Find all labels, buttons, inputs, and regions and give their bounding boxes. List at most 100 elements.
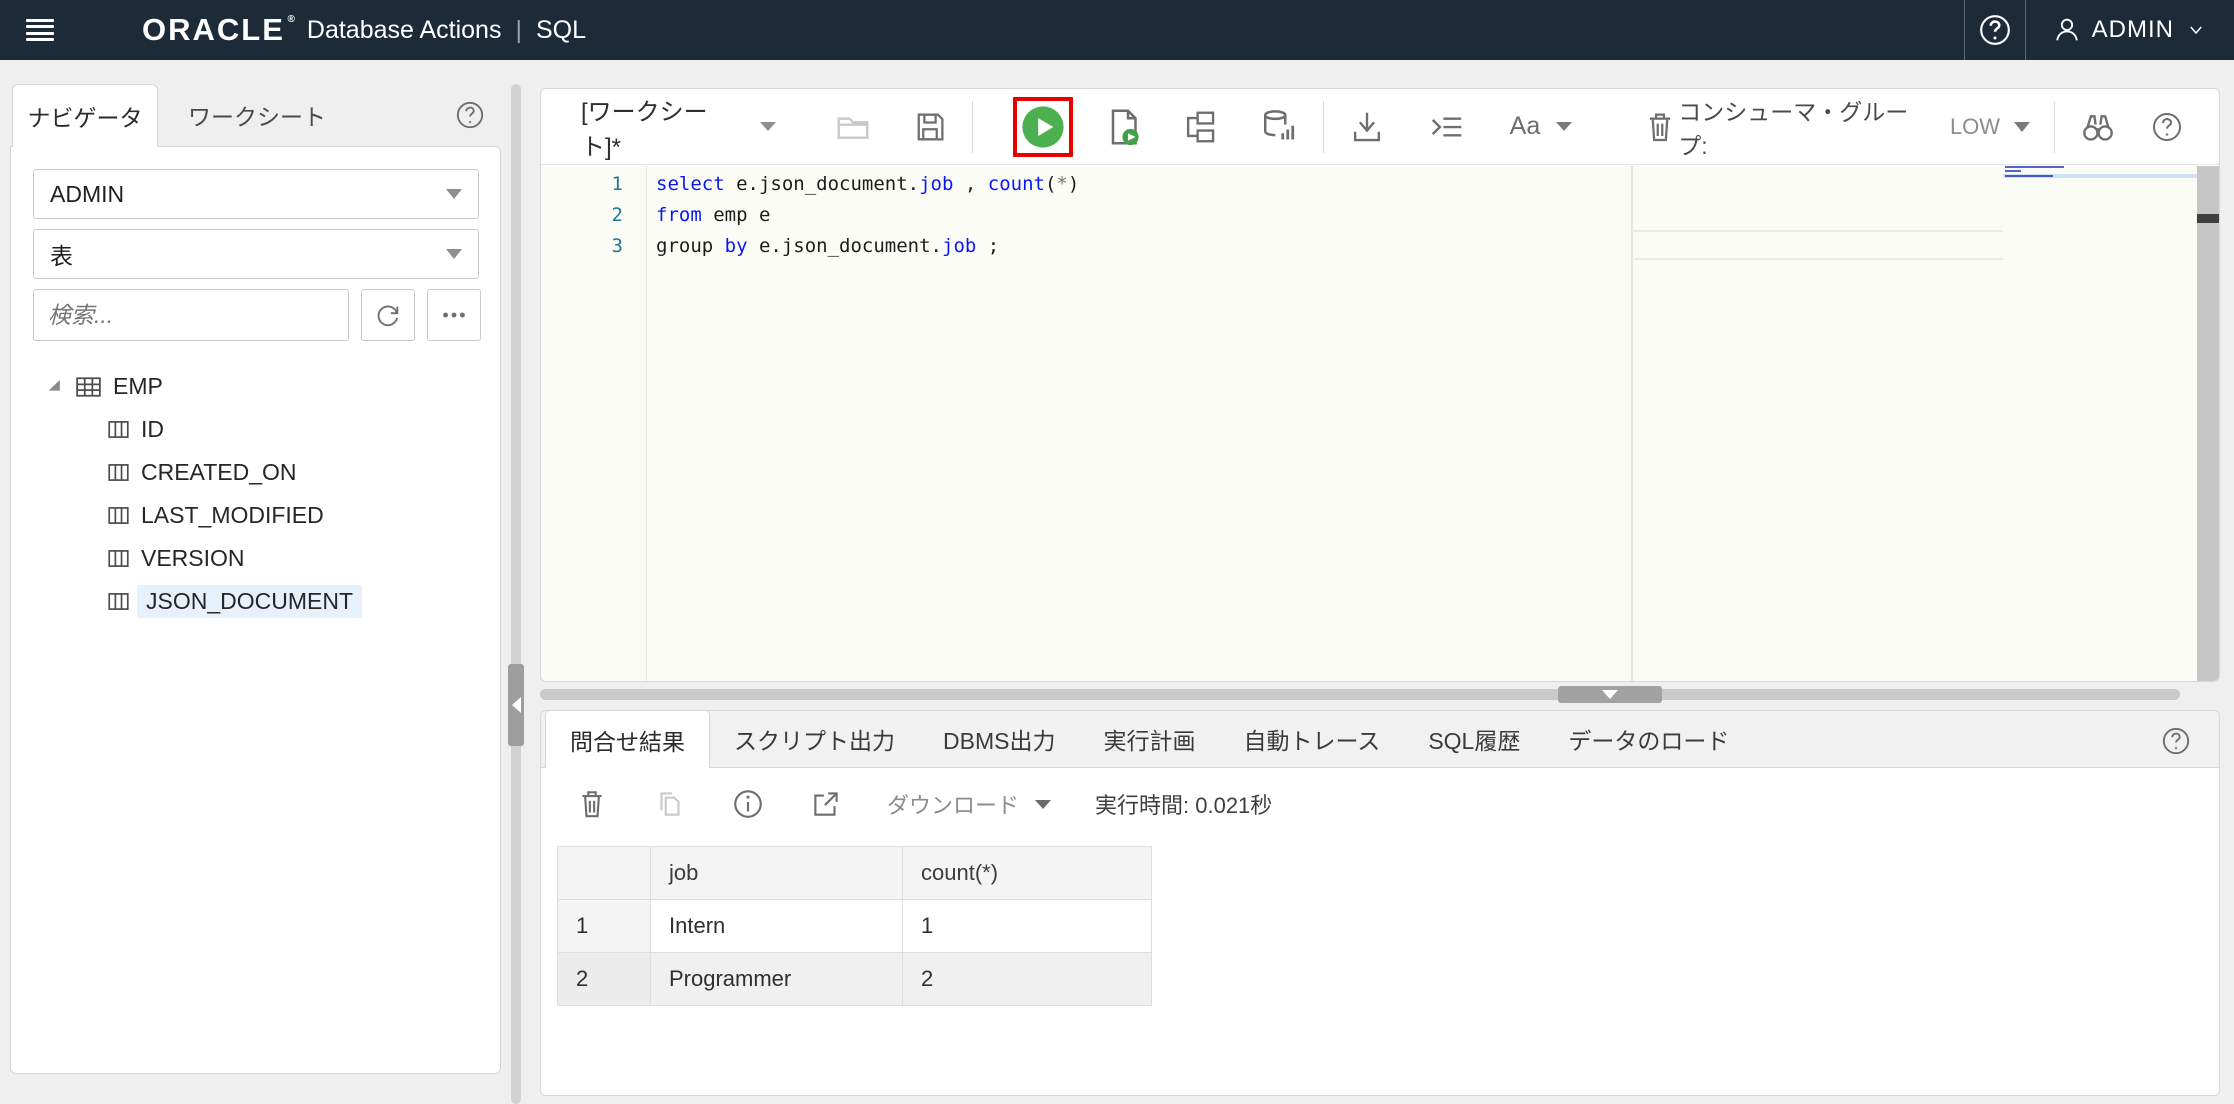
tree-item-column[interactable]: ID	[33, 408, 500, 451]
results-tab[interactable]: 実行計画	[1079, 710, 1219, 767]
code-line[interactable]: 1select e.json_document.job , count(*)	[541, 168, 2219, 199]
column-icon	[105, 416, 132, 443]
results-tab-label: スクリプト出力	[734, 722, 895, 756]
tab-navigator[interactable]: ナビゲータ	[12, 84, 158, 147]
results-column-header[interactable]: count(*)	[903, 847, 1152, 900]
open-file-button[interactable]	[834, 108, 872, 146]
tree-item-column[interactable]: LAST_MODIFIED	[33, 494, 500, 537]
horizontal-splitter[interactable]	[540, 689, 2180, 700]
save-button[interactable]	[912, 109, 948, 145]
editor-minimap[interactable]	[2003, 166, 2197, 681]
search-input[interactable]	[33, 289, 349, 341]
collapse-left-icon	[512, 697, 521, 713]
results-collapse-handle[interactable]	[1558, 686, 1662, 703]
row-number-cell[interactable]: 1	[558, 900, 651, 953]
download-results-button[interactable]: ダウンロード	[887, 788, 1051, 820]
object-type-select[interactable]: 表	[33, 229, 479, 279]
code-line[interactable]: 3 group by e.json_document.job ;	[541, 230, 2219, 261]
open-results-new-window-button[interactable]	[809, 787, 843, 821]
font-size-button[interactable]: Aa	[1510, 112, 1573, 141]
run-script-button[interactable]	[1103, 107, 1143, 147]
trash-icon	[1642, 109, 1678, 145]
result-cell[interactable]: Intern	[651, 900, 903, 953]
select-arrow-icon	[446, 249, 462, 259]
format-button[interactable]	[1428, 108, 1466, 146]
download-icon	[1348, 108, 1386, 146]
result-cell[interactable]: 1	[903, 900, 1152, 953]
results-tab[interactable]: データのロード	[1544, 710, 1753, 767]
select-arrow-icon	[1556, 122, 1572, 131]
download-editor-button[interactable]	[1348, 108, 1386, 146]
results-tab[interactable]: スクリプト出力	[710, 710, 919, 767]
tree-item-table[interactable]: EMP	[33, 365, 500, 408]
header-help-button[interactable]	[1965, 0, 2025, 60]
minimap-line	[2005, 170, 2021, 172]
result-cell[interactable]: 2	[903, 953, 1152, 1006]
code-text: group by e.json_document.job ;	[656, 235, 999, 257]
vertical-splitter[interactable]	[511, 84, 521, 1104]
code-token: ,	[953, 173, 987, 195]
expand-toggle-icon[interactable]	[45, 377, 64, 396]
results-tab[interactable]: 自動トレース	[1219, 710, 1404, 767]
code-token: job	[919, 173, 953, 195]
find-button[interactable]	[2079, 108, 2117, 146]
tree-column-name: CREATED_ON	[141, 459, 297, 486]
results-tab[interactable]: 問合せ結果	[545, 710, 710, 768]
toolbar-separator	[1323, 101, 1324, 153]
results-column-header[interactable]: job	[651, 847, 903, 900]
code-token: select	[656, 173, 725, 195]
code-token: e.json_document.	[725, 173, 919, 195]
results-tab-label: SQL履歴	[1428, 722, 1520, 756]
tree-item-column[interactable]: CREATED_ON	[33, 451, 500, 494]
results-help-button[interactable]	[2161, 726, 2191, 756]
results-toolbar: ダウンロード 実行時間: 0.021秒	[541, 768, 2219, 840]
result-cell[interactable]: Programmer	[651, 953, 903, 1006]
tree-item-column[interactable]: VERSION	[33, 537, 500, 580]
user-menu[interactable]: ADMIN	[2026, 0, 2234, 60]
editor-help-button[interactable]	[2151, 111, 2183, 143]
code-token: )	[1068, 173, 1079, 195]
code-token: job	[942, 235, 976, 257]
column-icon	[105, 545, 132, 572]
consumer-group-select[interactable]: LOW	[1950, 114, 2030, 140]
results-header-row: jobcount(*)	[558, 847, 1152, 900]
code-line[interactable]: 2from emp e	[541, 199, 2219, 230]
more-options-button[interactable]	[427, 289, 481, 341]
code-token: ;	[976, 235, 999, 257]
select-arrow-icon	[760, 122, 776, 131]
results-info-button[interactable]	[731, 787, 765, 821]
copy-results-button[interactable]	[653, 787, 687, 821]
row-number-cell[interactable]: 2	[558, 953, 651, 1006]
folder-icon	[834, 108, 872, 146]
autotrace-button[interactable]	[1259, 107, 1299, 147]
select-arrow-icon	[2014, 122, 2030, 132]
help-icon	[2151, 111, 2183, 143]
refresh-button[interactable]	[361, 289, 415, 341]
line-number: 3	[541, 235, 623, 257]
results-corner-cell	[558, 847, 651, 900]
title-divider: |	[515, 16, 522, 45]
sidebar-collapse-handle[interactable]	[508, 664, 524, 746]
sidebar-help-button[interactable]	[455, 100, 485, 130]
tab-worksheet[interactable]: ワークシート	[178, 84, 336, 146]
column-icon	[105, 459, 132, 486]
editor-scrollbar[interactable]	[2197, 166, 2219, 681]
menu-icon[interactable]	[26, 19, 54, 41]
database-chart-icon	[1259, 107, 1299, 147]
explain-plan-button[interactable]	[1181, 108, 1219, 146]
chevron-down-icon	[2184, 18, 2208, 42]
tree-item-column[interactable]: JSON_DOCUMENT	[33, 580, 500, 623]
oracle-logo: ORACLE®	[142, 12, 285, 48]
results-tab[interactable]: SQL履歴	[1404, 710, 1544, 767]
worksheet-selector[interactable]: [ワークシート]*	[581, 92, 776, 162]
results-tab-label: DBMS出力	[943, 722, 1055, 756]
results-tab[interactable]: DBMS出力	[919, 710, 1079, 767]
sql-code-editor[interactable]: 1select e.json_document.job , count(*)2f…	[541, 166, 2219, 681]
tree-column-name: ID	[141, 416, 164, 443]
run-statement-button[interactable]	[1021, 105, 1065, 149]
schema-select[interactable]: ADMIN	[33, 169, 479, 219]
discard-results-button[interactable]	[575, 787, 609, 821]
minimap-selected-line	[2003, 174, 2197, 178]
scrollbar-cursor-marker	[2197, 214, 2219, 223]
clear-worksheet-button[interactable]	[1642, 109, 1678, 145]
